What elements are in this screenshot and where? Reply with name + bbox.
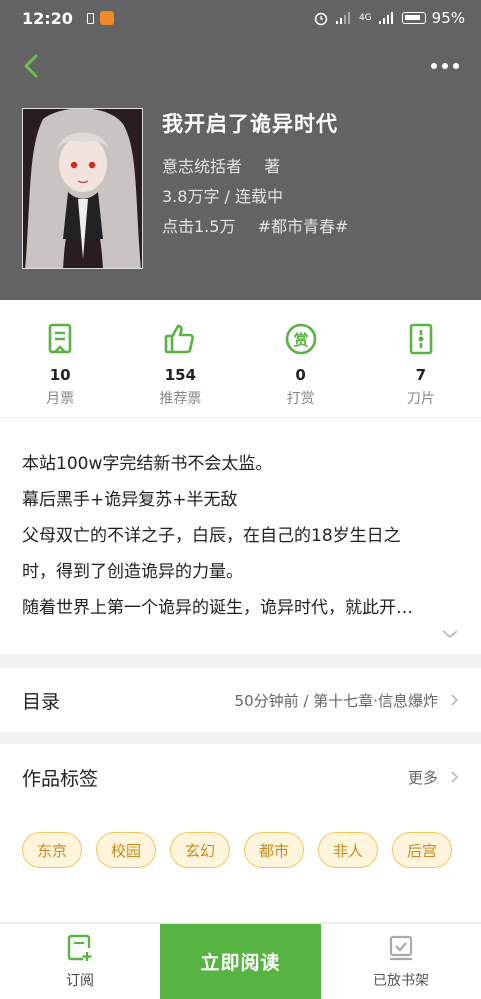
tags-section: 作品标签 更多 东京 校园 玄幻 都市 非人 后宫 bbox=[0, 744, 481, 922]
bookshelf-check-icon bbox=[389, 935, 413, 960]
stat-value: 10 bbox=[49, 366, 71, 384]
app-notification-icon bbox=[99, 11, 114, 25]
more-dot-icon bbox=[442, 63, 448, 69]
chevron-right-icon bbox=[451, 694, 459, 706]
description-line: 随着世界上第一个诡异的诞生，诡异时代，就此开… bbox=[22, 598, 413, 618]
thumbs-up-icon bbox=[165, 324, 195, 354]
tag-list: 东京 校园 玄幻 都市 非人 后宫 bbox=[0, 810, 481, 868]
tag-chip[interactable]: 后宫 bbox=[392, 832, 452, 868]
book-description[interactable]: 本站100w字完结新书不会太监。 幕后黑手+诡异复苏+半无敌 父母双亡的不详之子… bbox=[0, 418, 481, 654]
cover-image bbox=[23, 109, 142, 268]
more-dot-icon bbox=[453, 63, 459, 69]
chevron-right-icon[interactable] bbox=[450, 770, 459, 784]
tag-chip[interactable]: 东京 bbox=[22, 832, 82, 868]
stat-label: 打赏 bbox=[286, 391, 315, 407]
stat-recommend-ticket[interactable]: 154 推荐票 bbox=[120, 300, 240, 417]
svg-text:赏: 赏 bbox=[293, 331, 308, 349]
back-button[interactable] bbox=[18, 48, 46, 84]
catalog-row[interactable]: 目录 50分钟前 / 第十七章·信息爆炸 bbox=[0, 668, 481, 732]
status-bar: 12:20 4G 95% bbox=[0, 0, 481, 36]
more-options-button[interactable] bbox=[427, 52, 463, 80]
stat-label: 刀片 bbox=[406, 391, 435, 407]
signal-1-icon bbox=[335, 12, 350, 24]
description-line: 父母双亡的不详之子，白辰，在自己的18岁生日之 bbox=[22, 526, 401, 546]
back-arrow-icon bbox=[24, 54, 38, 78]
description-line: 幕后黑手+诡异复苏+半无敌 bbox=[22, 490, 238, 510]
lock-icon bbox=[86, 12, 94, 24]
tag-chip[interactable]: 非人 bbox=[318, 832, 378, 868]
author-name[interactable]: 意志统括者 bbox=[162, 157, 242, 176]
tag-chip[interactable]: 都市 bbox=[244, 832, 304, 868]
latest-chapter: 50分钟前 / 第十七章·信息爆炸 bbox=[234, 691, 438, 710]
stat-monthly-ticket[interactable]: 10 月票 bbox=[0, 300, 120, 417]
more-dot-icon bbox=[431, 63, 437, 69]
stat-label: 推荐票 bbox=[159, 391, 202, 407]
stat-value: 0 bbox=[295, 366, 306, 384]
category-tag[interactable]: #都市青春# bbox=[258, 217, 349, 236]
author-suffix: 著 bbox=[264, 157, 281, 176]
battery-icon bbox=[401, 12, 426, 24]
serial-status: 连载中 bbox=[235, 187, 284, 206]
book-cover[interactable] bbox=[22, 108, 143, 269]
read-now-button[interactable]: 立即阅读 bbox=[160, 924, 321, 999]
book-info: 我开启了诡异时代 意志统括者 著 3.8万字 / 连载中 点击1.5万 #都市青… bbox=[162, 108, 348, 242]
stat-reward[interactable]: 赏 0 打赏 bbox=[241, 300, 361, 417]
subscribe-button[interactable]: 订阅 bbox=[0, 924, 160, 999]
stat-blade[interactable]: 7 刀片 bbox=[361, 300, 481, 417]
blade-icon bbox=[409, 323, 433, 355]
battery-level: 95% bbox=[431, 9, 465, 27]
subscribe-label: 订阅 bbox=[66, 972, 94, 989]
status-time: 12:20 bbox=[22, 8, 73, 28]
author-line: 意志统括者 著 bbox=[162, 152, 348, 182]
on-shelf-label: 已放书架 bbox=[373, 972, 429, 989]
book-header: 我开启了诡异时代 意志统括者 著 3.8万字 / 连载中 点击1.5万 #都市青… bbox=[0, 36, 481, 300]
click-count: 点击1.5万 bbox=[162, 217, 236, 236]
book-title: 我开启了诡异时代 bbox=[162, 112, 338, 136]
on-shelf-button[interactable]: 已放书架 bbox=[321, 924, 481, 999]
tags-more-link[interactable]: 更多 bbox=[408, 767, 438, 788]
slash-separator: / bbox=[224, 187, 236, 206]
subscribe-icon bbox=[67, 934, 92, 961]
clicks-line: 点击1.5万 #都市青春# bbox=[162, 212, 348, 242]
catalog-title: 目录 bbox=[22, 690, 61, 713]
tags-header: 作品标签 更多 bbox=[0, 744, 481, 810]
stat-label: 月票 bbox=[46, 391, 75, 407]
network-type: 4G bbox=[358, 13, 372, 23]
stat-value: 154 bbox=[164, 366, 197, 384]
reward-icon: 赏 bbox=[285, 323, 316, 355]
alarm-icon bbox=[314, 12, 328, 26]
tag-chip[interactable]: 玄幻 bbox=[170, 832, 230, 868]
tags-title: 作品标签 bbox=[22, 767, 99, 790]
monthly-ticket-icon bbox=[48, 323, 72, 354]
word-count-line: 3.8万字 / 连载中 bbox=[162, 182, 348, 212]
description-line: 本站100w字完结新书不会太监。 bbox=[22, 454, 273, 474]
bottom-action-bar: 订阅 立即阅读 已放书架 bbox=[0, 923, 481, 999]
chevron-down-icon[interactable] bbox=[441, 628, 459, 640]
description-line: 时，得到了创造诡异的力量。 bbox=[22, 562, 243, 582]
stats-bar: 10 月票 154 推荐票 赏 0 打赏 7 刀片 bbox=[0, 300, 481, 418]
stat-value: 7 bbox=[415, 366, 427, 384]
signal-2-icon bbox=[378, 12, 393, 24]
tag-chip[interactable]: 校园 bbox=[96, 832, 156, 868]
word-count: 3.8万字 bbox=[162, 187, 220, 206]
